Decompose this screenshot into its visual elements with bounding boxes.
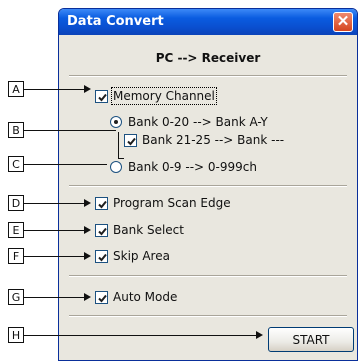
title-bar[interactable]: Data Convert ✕ (59, 9, 357, 35)
arrow-icon (256, 331, 263, 339)
callout-a: A (8, 81, 24, 97)
memory-channel-checkbox[interactable] (95, 89, 108, 103)
callout-e-leader (24, 230, 84, 231)
checkmark-icon (98, 294, 107, 302)
callout-c: C (8, 156, 24, 172)
bank-21-25-checkbox[interactable] (124, 133, 137, 147)
bank-0-9-label: Bank 0-9 --> 0-999ch (128, 160, 257, 174)
callout-d: D (8, 195, 24, 211)
arrow-icon (84, 226, 91, 234)
callout-c-leader (24, 164, 107, 165)
auto-mode-option[interactable]: Auto Mode (95, 290, 177, 304)
bank-select-label: Bank Select (113, 223, 184, 237)
auto-mode-label: Auto Mode (113, 290, 178, 304)
direction-label: PC --> Receiver (155, 51, 261, 65)
checkmark-icon (98, 253, 107, 261)
separator-middle (69, 185, 347, 187)
checkmark-icon (98, 93, 107, 101)
skip-area-checkbox[interactable] (95, 249, 108, 263)
bank-0-20-radio[interactable] (110, 116, 122, 128)
checkmark-icon (98, 227, 107, 235)
memory-channel-option[interactable]: Memory Channel (95, 87, 217, 105)
program-scan-edge-option[interactable]: Program Scan Edge (95, 196, 231, 210)
callout-h: H (8, 327, 24, 343)
program-scan-edge-label: Program Scan Edge (113, 196, 231, 210)
bank-0-20-option[interactable]: Bank 0-20 --> Bank A-Y (110, 115, 268, 129)
window-title: Data Convert (67, 14, 164, 29)
separator-top (69, 75, 347, 77)
arrow-icon (84, 199, 91, 207)
program-scan-edge-checkbox[interactable] (95, 196, 108, 210)
callout-g: G (8, 289, 24, 305)
bank-0-20-label: Bank 0-20 --> Bank A-Y (128, 115, 268, 129)
bank-0-9-radio[interactable] (110, 161, 122, 173)
arrow-icon (84, 293, 91, 301)
bank-select-checkbox[interactable] (95, 223, 108, 237)
callout-h-leader (24, 335, 256, 336)
memory-channel-label: Memory Channel (111, 87, 217, 105)
separator-lower (69, 275, 347, 277)
callout-f: F (8, 248, 24, 264)
callout-e: E (8, 222, 24, 238)
arrow-icon (84, 252, 91, 260)
callout-b: B (8, 122, 24, 138)
separator-bottom (69, 315, 347, 317)
skip-area-label: Skip Area (113, 249, 170, 263)
callout-a-leader (24, 89, 84, 90)
start-button[interactable]: START (268, 327, 354, 352)
bank-21-25-label: Bank 21-25 --> Bank --- (142, 133, 285, 147)
skip-area-option[interactable]: Skip Area (95, 249, 170, 263)
checkmark-icon (98, 200, 107, 208)
bank-0-9-option[interactable]: Bank 0-9 --> 0-999ch (110, 160, 257, 174)
data-convert-window: Data Convert ✕ PC --> Receiver Memory Ch… (58, 8, 358, 361)
arrow-icon (84, 85, 91, 93)
close-button[interactable]: ✕ (333, 12, 353, 32)
close-icon: ✕ (336, 13, 350, 30)
callout-b-leader (24, 130, 116, 131)
checkmark-icon (127, 137, 136, 145)
callout-d-leader (24, 203, 84, 204)
auto-mode-checkbox[interactable] (95, 290, 108, 304)
bank-select-option[interactable]: Bank Select (95, 223, 184, 237)
bank-sub-bracket (118, 132, 124, 159)
callout-g-leader (24, 297, 84, 298)
bank-21-25-option[interactable]: Bank 21-25 --> Bank --- (124, 133, 284, 147)
callout-f-leader (24, 256, 84, 257)
